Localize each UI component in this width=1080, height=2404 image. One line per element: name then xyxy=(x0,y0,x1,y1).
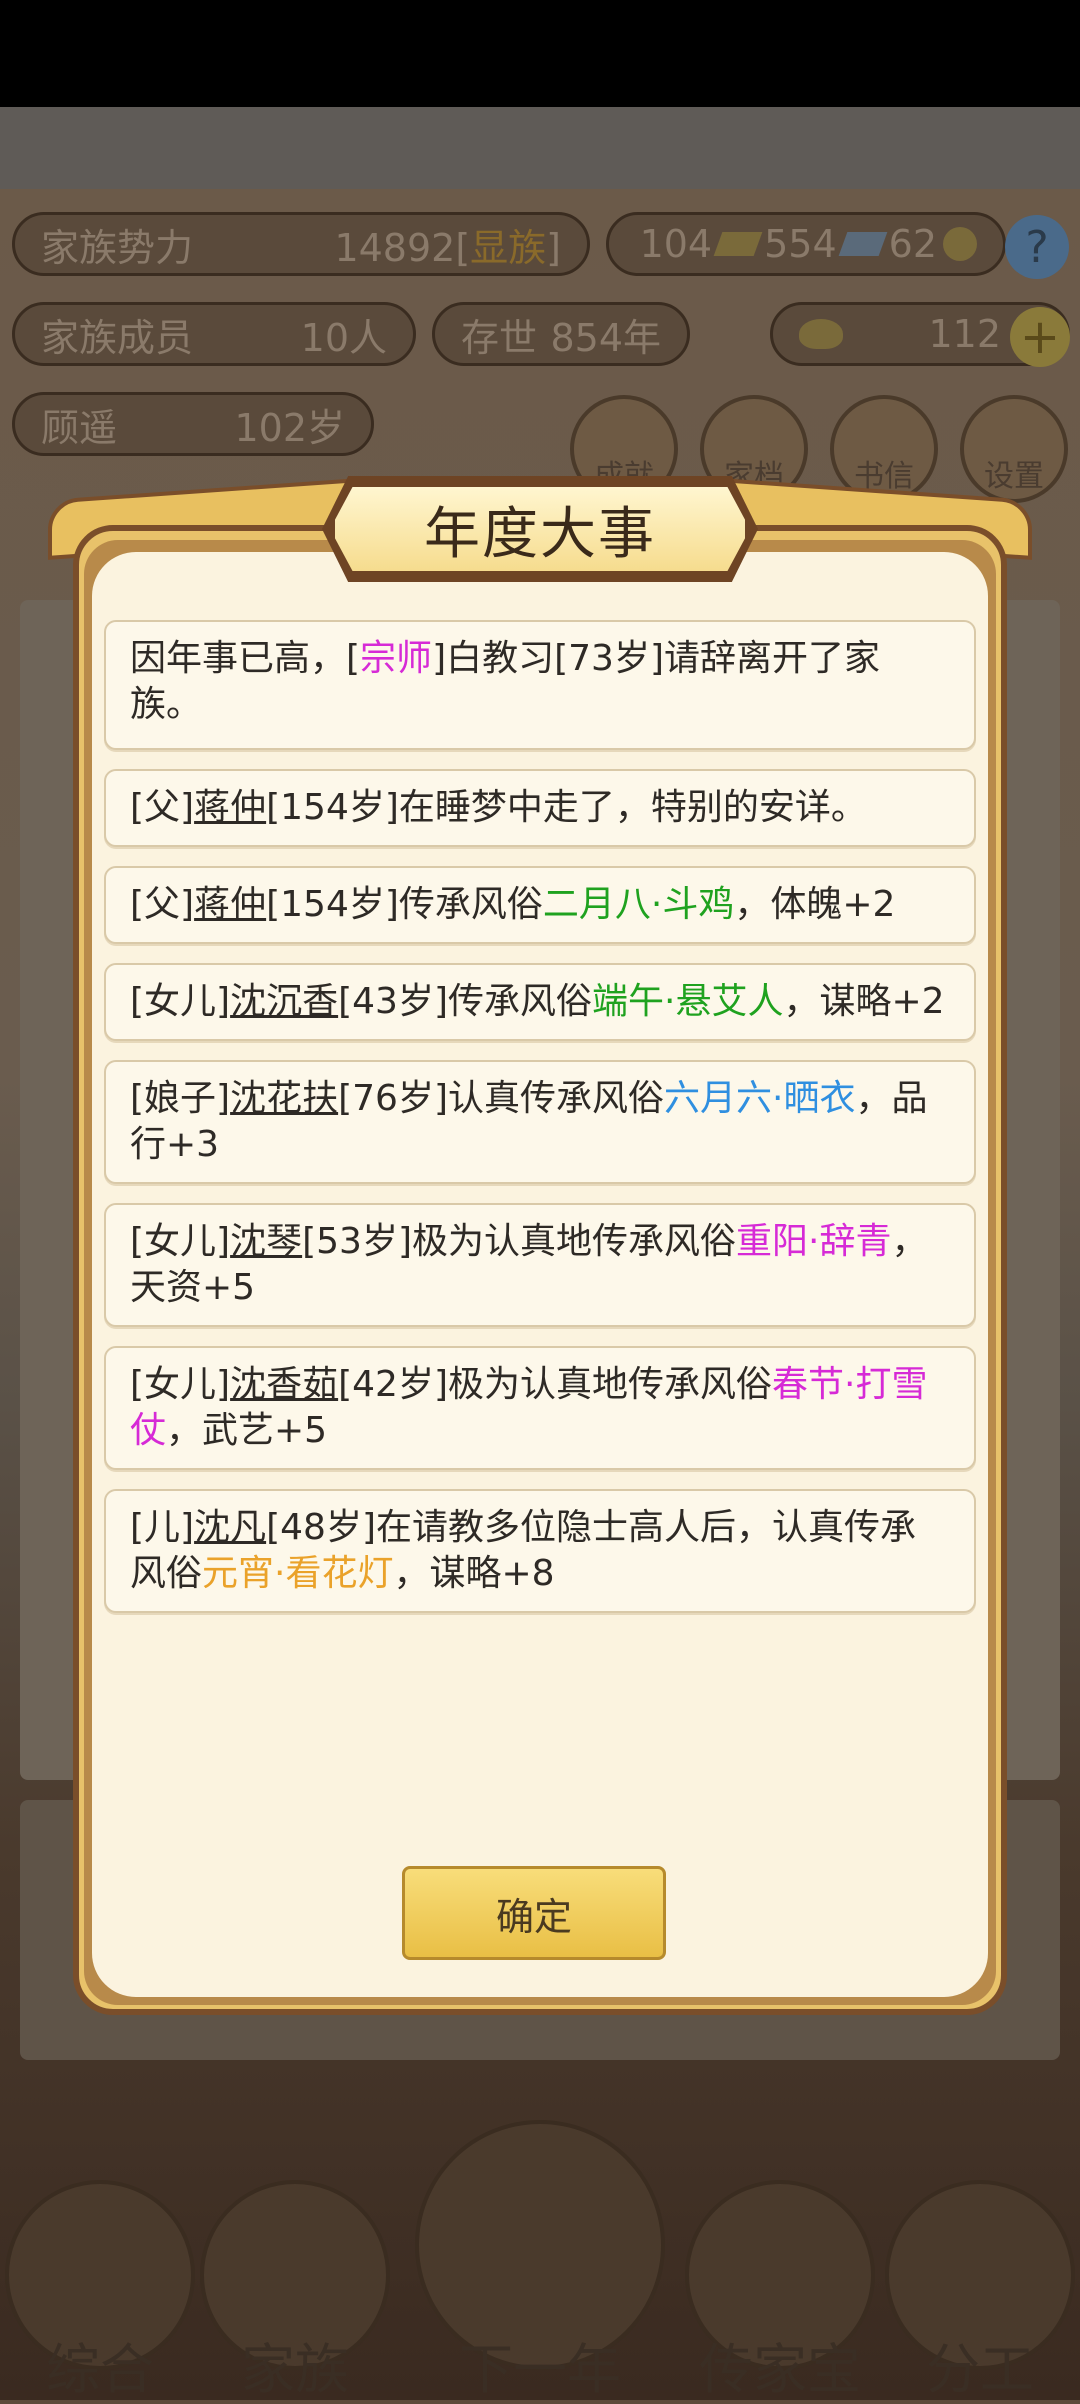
event-item: [娘子]沈花扶[76岁]认真传承风俗六月六·晒衣，品行+3 xyxy=(104,1060,976,1184)
event-item: [儿]沈凡[48岁]在请教多位隐士高人后，认真传承风俗元宵·看花灯，谋略+8 xyxy=(104,1489,976,1613)
dialog-title: 年度大事 xyxy=(424,501,656,567)
event-item: [父]蒋仲[154岁]传承风俗二月八·斗鸡，体魄+2 xyxy=(104,866,976,944)
custom-name: 重阳·辞青 xyxy=(736,1221,892,1262)
status-bar xyxy=(0,0,1080,107)
custom-name: 二月八·斗鸡 xyxy=(542,884,735,925)
event-highlight: 宗师 xyxy=(360,638,433,679)
event-item: [女儿]沈琴[53岁]极为认真地传承风俗重阳·辞青，天资+5 xyxy=(104,1203,976,1327)
person-name[interactable]: 沈香茹 xyxy=(230,1364,338,1405)
confirm-button[interactable]: 确定 xyxy=(402,1866,666,1960)
custom-name: 六月六·晒衣 xyxy=(664,1078,856,1119)
person-name[interactable]: 蒋仲 xyxy=(194,884,266,925)
event-item: [父]蒋仲[154岁]在睡梦中走了，特别的安详。 xyxy=(104,769,976,847)
event-item: 因年事已高，[宗师]白教习[73岁]请辞离开了家族。 xyxy=(104,620,976,750)
title-plate: 年度大事 xyxy=(330,482,750,576)
event-list: 因年事已高，[宗师]白教习[73岁]请辞离开了家族。 [父]蒋仲[154岁]在睡… xyxy=(104,620,976,1632)
person-name[interactable]: 沈凡 xyxy=(194,1507,266,1548)
custom-name: 端午·悬艾人 xyxy=(592,981,784,1022)
person-name[interactable]: 沈花扶 xyxy=(230,1078,338,1119)
person-name[interactable]: 蒋仲 xyxy=(194,787,266,828)
person-name[interactable]: 沈沉香 xyxy=(230,981,338,1022)
custom-name: 元宵·看花灯 xyxy=(202,1553,394,1594)
person-name[interactable]: 沈琴 xyxy=(230,1221,302,1262)
event-item: [女儿]沈沉香[43岁]传承风俗端午·悬艾人，谋略+2 xyxy=(104,963,976,1041)
event-item: [女儿]沈香茹[42岁]极为认真地传承风俗春节·打雪仗，武艺+5 xyxy=(104,1346,976,1470)
